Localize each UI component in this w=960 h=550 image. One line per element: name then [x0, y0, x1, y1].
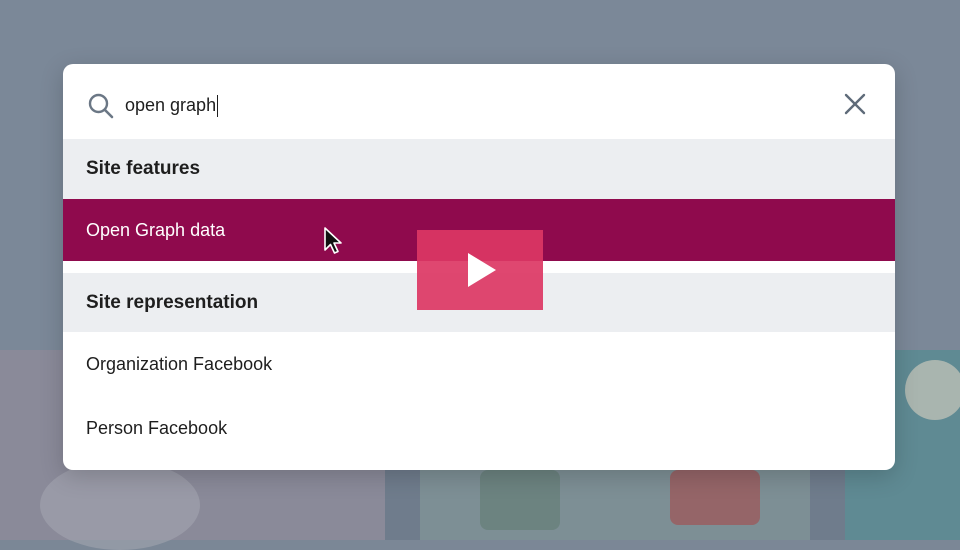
text-caret [217, 95, 219, 118]
section-title: Site representation [86, 292, 259, 313]
section-header-site-features: Site features [63, 139, 895, 199]
result-item-label: Organization Facebook [86, 354, 273, 374]
result-item-label: Person Facebook [86, 418, 228, 438]
result-item-organization-facebook[interactable]: Organization Facebook [63, 332, 895, 396]
search-bar: open graph [63, 64, 895, 139]
section-title: Site features [86, 158, 201, 179]
search-input-value: open graph [125, 95, 217, 115]
video-play-button[interactable] [417, 230, 543, 310]
result-item-person-facebook[interactable]: Person Facebook [63, 396, 895, 460]
close-icon[interactable] [843, 92, 867, 116]
search-icon [88, 93, 114, 119]
play-icon [468, 253, 496, 287]
result-item-label: Open Graph data [86, 220, 226, 240]
search-input[interactable]: open graph [125, 90, 825, 120]
mouse-pointer-icon [324, 227, 342, 254]
